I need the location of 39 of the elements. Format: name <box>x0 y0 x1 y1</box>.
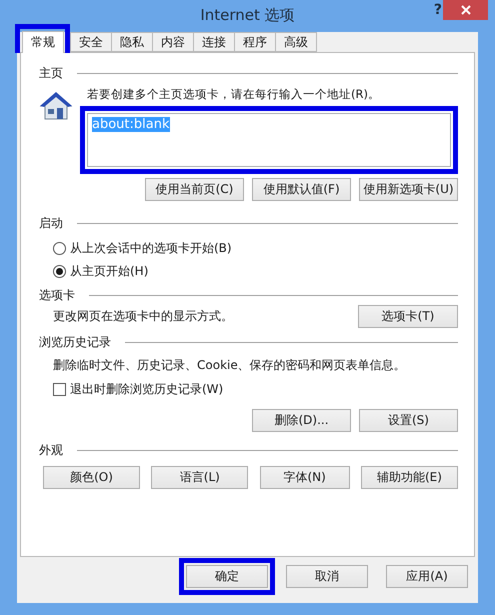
tab[interactable]: 连接 <box>193 32 235 52</box>
section-title: 选项卡 <box>39 286 75 304</box>
dialog-button[interactable]: 取消 <box>286 565 368 588</box>
dialog-button[interactable]: 确定 <box>186 565 268 588</box>
tab[interactable]: 高级 <box>275 32 317 52</box>
checkbox[interactable] <box>53 383 66 396</box>
help-button[interactable]: ? <box>434 2 442 18</box>
appearance-button[interactable]: 辅助功能(E) <box>360 466 458 489</box>
history-button[interactable]: 设置(S) <box>359 409 458 432</box>
tab[interactable]: 内容 <box>152 32 194 52</box>
radio-label: 从上次会话中的选项卡开始(B) <box>70 240 232 257</box>
section-title: 外观 <box>39 442 63 458</box>
window-title: Internet 选项 <box>200 6 295 25</box>
tabs-button[interactable]: 选项卡(T) <box>358 305 458 328</box>
homepage-button[interactable]: 使用默认值(F) <box>252 178 351 201</box>
history-button[interactable]: 删除(D)... <box>252 409 351 432</box>
tab[interactable]: 隐私 <box>111 32 153 52</box>
section-title: 启动 <box>39 214 63 232</box>
tab[interactable]: 常规 <box>22 31 64 53</box>
radio-button[interactable] <box>53 265 66 278</box>
close-button[interactable] <box>443 0 488 20</box>
appearance-button[interactable]: 语言(L) <box>151 466 248 489</box>
section-title: 浏览历史记录 <box>39 334 111 350</box>
homepage-button[interactable]: 使用新选项卡(U) <box>359 178 458 201</box>
tab[interactable]: 安全 <box>70 32 112 52</box>
homepage-button[interactable]: 使用当前页(C) <box>145 178 244 201</box>
homepage-description: 若要创建多个主页选项卡，请在每行输入一个地址(R)。 <box>87 87 381 102</box>
tabs-description: 更改网页在选项卡中的显示方式。 <box>53 308 233 325</box>
appearance-button[interactable]: 颜色(O) <box>43 466 140 489</box>
history-description: 删除临时文件、历史记录、Cookie、保存的密码和网页表单信息。 <box>53 356 406 374</box>
appearance-button[interactable]: 字体(N) <box>260 466 350 489</box>
house-icon <box>39 91 73 121</box>
radio-button[interactable] <box>53 242 66 255</box>
close-icon <box>460 5 470 15</box>
checkbox-label: 退出时删除浏览历史记录(W) <box>70 381 224 398</box>
tab[interactable]: 程序 <box>234 32 276 52</box>
section-title: 主页 <box>39 64 63 82</box>
dialog-button[interactable]: 应用(A) <box>386 565 468 588</box>
radio-label: 从主页开始(H) <box>70 263 148 280</box>
